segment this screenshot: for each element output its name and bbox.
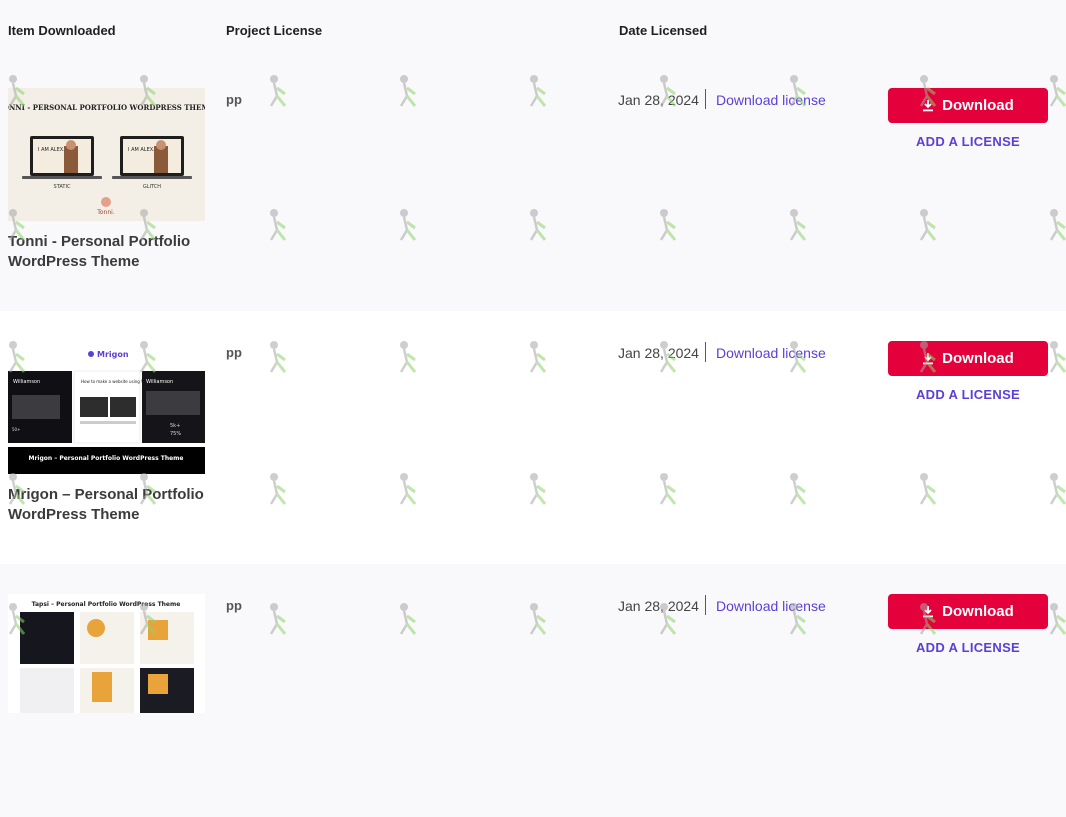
thumb-logo: Mrigon bbox=[97, 350, 129, 359]
item-thumbnail[interactable]: Mrigon Williamson 50+ How to make a webs… bbox=[8, 341, 205, 474]
thumbnail-image: Tapsi – Personal Portfolio WordPress The… bbox=[20, 601, 194, 713]
thumb-logo: Tonni. bbox=[96, 209, 115, 216]
project-license: pp bbox=[226, 92, 242, 107]
download-license-link[interactable]: Download license bbox=[716, 598, 826, 614]
item-thumbnail[interactable]: Tapsi – Personal Portfolio WordPress The… bbox=[8, 594, 205, 713]
separator bbox=[705, 342, 706, 362]
download-button[interactable]: Download bbox=[888, 88, 1048, 123]
date-licensed: Jan 28, 2024 bbox=[618, 598, 699, 614]
table-row: TONNI - PERSONAL PORTFOLIO WORDPRESS THE… bbox=[0, 58, 1066, 311]
thumb-screen-text-2: I AM ALEX. bbox=[128, 147, 155, 153]
thumb-screen-text: I AM ALEX. bbox=[38, 147, 65, 153]
thumb-caption-left: STATIC bbox=[54, 184, 71, 190]
thumb-banner: Tapsi – Personal Portfolio WordPress The… bbox=[32, 601, 181, 608]
thumb-name-left: Williamson bbox=[13, 379, 40, 385]
download-license-link[interactable]: Download license bbox=[716, 92, 826, 108]
table-row: Tapsi – Personal Portfolio WordPress The… bbox=[0, 564, 1066, 817]
separator bbox=[705, 595, 706, 615]
download-icon bbox=[923, 606, 934, 618]
thumb-caption-right: GLITCH bbox=[143, 184, 161, 190]
table-header: Item Downloaded Project License Date Lic… bbox=[0, 0, 1066, 58]
add-license-link[interactable]: ADD A LICENSE bbox=[888, 134, 1048, 149]
download-icon bbox=[923, 353, 934, 365]
download-button[interactable]: Download bbox=[888, 341, 1048, 376]
thumb-caption: Mrigon – Personal Portfolio WordPress Th… bbox=[28, 455, 183, 462]
date-licensed: Jan 28, 2024 bbox=[618, 345, 699, 361]
column-header-item: Item Downloaded bbox=[8, 23, 116, 38]
column-header-date: Date Licensed bbox=[619, 23, 708, 38]
item-title[interactable]: Tonni - Personal Portfolio WordPress The… bbox=[8, 232, 208, 272]
thumb-banner: TONNI - PERSONAL PORTFOLIO WORDPRESS THE… bbox=[8, 103, 205, 112]
thumb-stat-2: 5k+ bbox=[170, 423, 180, 429]
item-title[interactable]: Mrigon – Personal Portfolio WordPress Th… bbox=[8, 485, 208, 525]
thumbnail-image: Mrigon Williamson 50+ How to make a webs… bbox=[8, 350, 205, 474]
column-header-license: Project License bbox=[226, 23, 323, 38]
thumb-stat-3: 75% bbox=[170, 431, 181, 437]
date-licensed: Jan 28, 2024 bbox=[618, 92, 699, 108]
project-license: pp bbox=[226, 598, 242, 613]
separator bbox=[705, 89, 706, 109]
download-button-label: Download bbox=[942, 603, 1014, 620]
download-icon bbox=[923, 100, 934, 112]
add-license-link[interactable]: ADD A LICENSE bbox=[888, 387, 1048, 402]
item-thumbnail[interactable]: TONNI - PERSONAL PORTFOLIO WORDPRESS THE… bbox=[8, 88, 205, 221]
thumb-name-right: Williamson bbox=[146, 379, 173, 385]
download-button-label: Download bbox=[942, 350, 1014, 367]
thumbnail-image: TONNI - PERSONAL PORTFOLIO WORDPRESS THE… bbox=[8, 103, 205, 216]
table-row: Mrigon Williamson 50+ How to make a webs… bbox=[0, 311, 1066, 564]
project-license: pp bbox=[226, 345, 242, 360]
download-button-label: Download bbox=[942, 97, 1014, 114]
download-license-link[interactable]: Download license bbox=[716, 345, 826, 361]
thumb-stat-1: 50+ bbox=[12, 427, 20, 432]
download-button[interactable]: Download bbox=[888, 594, 1048, 629]
add-license-link[interactable]: ADD A LICENSE bbox=[888, 640, 1048, 655]
